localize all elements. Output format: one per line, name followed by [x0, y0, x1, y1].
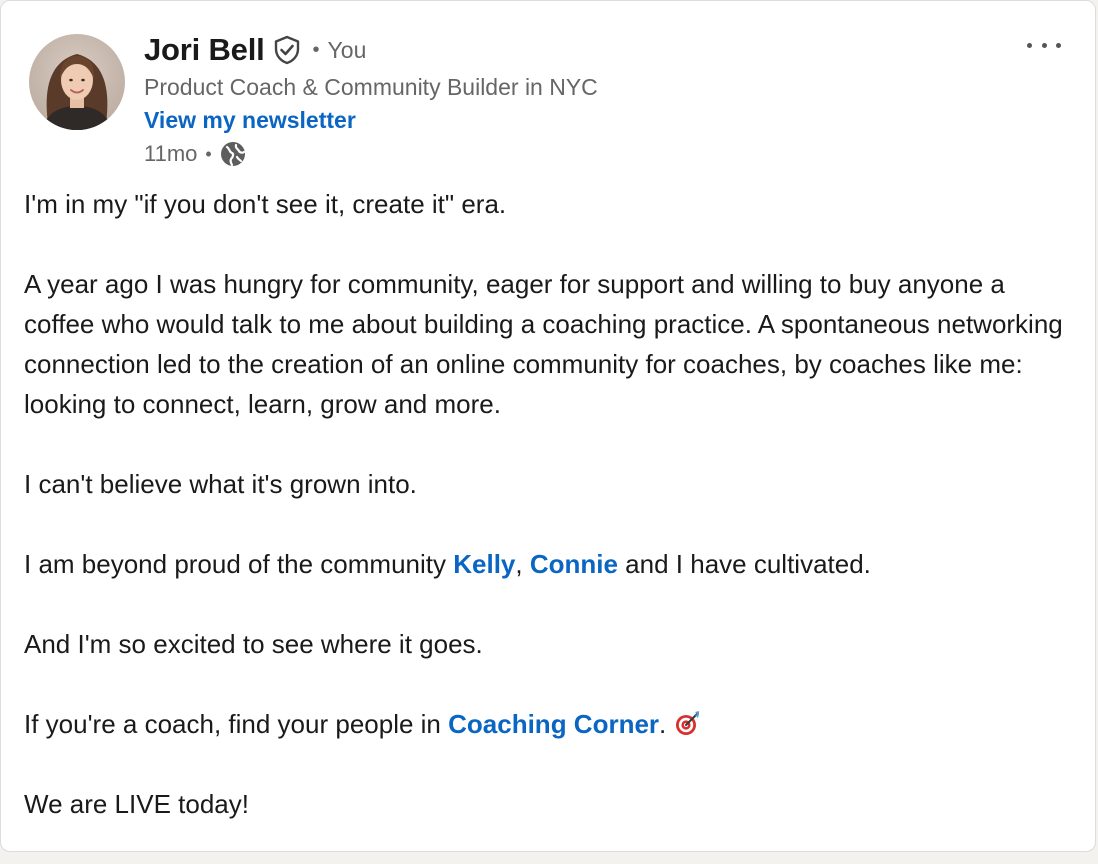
post-paragraph: If you're a coach, find your people in C… [24, 704, 1074, 744]
mention-connie[interactable]: Connie [530, 549, 618, 579]
direct-hit-icon [674, 708, 702, 736]
paragraph-text: If you're a coach, find your people in [24, 709, 449, 739]
avatar-photo [29, 34, 125, 130]
separator-dot: • [205, 143, 212, 164]
mention-coaching-corner[interactable]: Coaching Corner [448, 709, 659, 739]
paragraph-text: and I have cultivated. [617, 549, 871, 579]
view-newsletter-link[interactable]: View my newsletter [144, 103, 598, 137]
post-header: Jori Bell • You Product Coach & Communit… [144, 29, 598, 171]
post-paragraph: I can't believe what it's grown into. [24, 469, 417, 499]
author-name[interactable]: Jori Bell [144, 32, 265, 68]
author-headline: Product Coach & Community Builder in NYC [144, 74, 598, 100]
post-paragraph: A year ago I was hungry for community, e… [24, 269, 1063, 419]
paragraph-text: . [659, 709, 667, 739]
more-options-icon[interactable] [1027, 31, 1061, 59]
verified-shield-icon[interactable] [273, 35, 301, 65]
post-paragraph: We are LIVE today! [24, 789, 249, 819]
post-paragraph: I am beyond proud of the community Kelly… [24, 544, 1074, 584]
post-meta: 11mo • [144, 137, 598, 171]
separator-dot: • [312, 38, 320, 61]
post-time[interactable]: 11mo [144, 141, 197, 167]
relation-label: You [327, 36, 367, 63]
globe-icon [220, 141, 246, 167]
name-row: Jori Bell • You [144, 29, 598, 71]
paragraph-text: , [515, 549, 530, 579]
post-body: I'm in my "if you don't see it, create i… [24, 184, 1074, 864]
mention-kelly[interactable]: Kelly [453, 549, 515, 579]
paragraph-text: I am beyond proud of the community [24, 549, 454, 579]
author-avatar[interactable] [29, 34, 125, 130]
post-paragraph: And I'm so excited to see where it goes. [24, 629, 483, 659]
post-card: Jori Bell • You Product Coach & Communit… [0, 0, 1096, 852]
post-paragraph: I'm in my "if you don't see it, create i… [24, 189, 507, 219]
